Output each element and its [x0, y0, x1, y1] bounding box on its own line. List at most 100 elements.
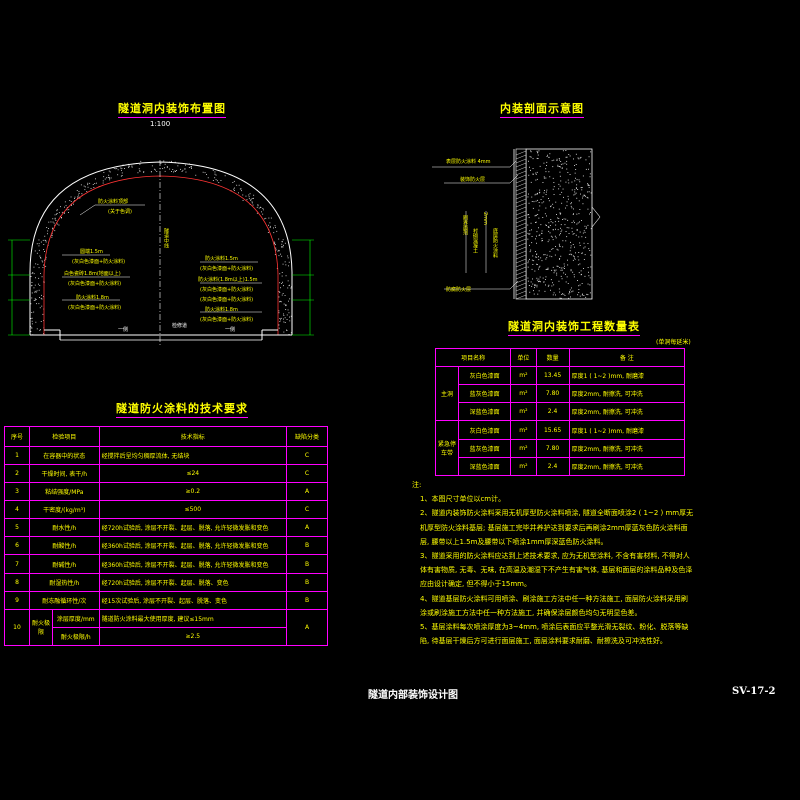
lining-speck [284, 317, 286, 319]
concrete-speck [552, 282, 553, 284]
concrete-speck [545, 194, 547, 195]
concrete-speck [549, 153, 551, 155]
label-mid-left-sub: (灰白色漆面+防火涂料) [68, 305, 122, 311]
lining-speck [232, 182, 234, 183]
lining-speck [94, 183, 96, 184]
tt-cell: B [286, 590, 328, 610]
concrete-speck [566, 156, 568, 158]
lining-speck [282, 293, 284, 294]
lining-speck [102, 180, 104, 182]
lining-speck [76, 190, 78, 191]
lining-speck [283, 313, 284, 315]
tt-cell: B [286, 554, 328, 574]
lining-speck [248, 196, 250, 198]
lining-speck [185, 171, 187, 173]
concrete-speck [562, 188, 564, 190]
lining-speck [35, 277, 36, 279]
lining-speck [128, 167, 130, 168]
lining-speck [263, 218, 265, 220]
concrete-speck [582, 293, 583, 295]
lining-speck [257, 205, 259, 207]
concrete-speck [566, 227, 568, 229]
concrete-speck [568, 227, 570, 229]
concrete-speck [588, 186, 590, 188]
tt-cell: 干燥时间, 表干/h [29, 464, 100, 484]
concrete-speck [590, 192, 592, 194]
concrete-speck [546, 215, 547, 217]
concrete-speck [547, 268, 549, 270]
concrete-speck [545, 171, 547, 173]
concrete-speck [568, 233, 570, 234]
lining-speck [280, 287, 281, 289]
concrete-speck [546, 268, 548, 270]
lining-speck [54, 230, 56, 232]
lining-speck [139, 170, 141, 172]
concrete-speck [574, 258, 576, 260]
concrete-speck [590, 228, 592, 230]
label-right-a-sub: (灰白色漆面+防火涂料) [200, 266, 254, 272]
lining-speck [56, 213, 57, 215]
lining-speck [276, 230, 278, 232]
concrete-speck [568, 182, 570, 184]
concrete-speck [571, 287, 572, 289]
label-side-left-sub: (灰白色漆面+防火涂料) [68, 281, 122, 287]
tt-cell: 经搅拌后呈均匀稠厚流体, 无结块 [98, 445, 288, 466]
lining-speck [117, 174, 119, 176]
concrete-speck [556, 214, 557, 215]
qt-cell: 厚度1 ( 1~2 )mm, 耐磨漆 [568, 420, 686, 440]
lining-speck [253, 194, 255, 196]
lining-speck [190, 166, 192, 168]
lining-speck [258, 207, 260, 209]
lining-speck [164, 167, 165, 169]
lining-speck [78, 191, 80, 193]
lining-speck [34, 291, 36, 293]
concrete-speck [573, 158, 574, 160]
lining-speck [61, 211, 63, 213]
concrete-speck [572, 244, 574, 245]
lining-speck [45, 240, 47, 242]
concrete-speck [589, 250, 591, 251]
concrete-speck [576, 179, 578, 181]
lining-speck [279, 321, 281, 322]
lining-speck [33, 287, 35, 289]
lining-speck [103, 176, 105, 178]
concrete-speck [538, 256, 539, 258]
concrete-speck [532, 207, 534, 209]
lining-speck [37, 263, 39, 265]
concrete-speck [563, 196, 564, 198]
label-fireproof-top-sub: (关于色调) [108, 209, 132, 215]
concrete-speck [576, 223, 578, 225]
concrete-speck [537, 199, 538, 201]
lining-speck [34, 299, 36, 301]
concrete-speck [559, 185, 561, 187]
concrete-speck [575, 153, 577, 155]
concrete-speck [571, 231, 573, 233]
concrete-speck [538, 209, 540, 211]
concrete-speck [588, 271, 589, 273]
concrete-speck [589, 213, 590, 215]
concrete-speck [587, 224, 589, 226]
concrete-speck [536, 150, 538, 152]
lining-speck [261, 211, 262, 213]
lining-speck [41, 294, 42, 296]
concrete-speck [587, 197, 589, 199]
lining-speck [38, 249, 40, 251]
concrete-speck [567, 283, 569, 284]
lining-speck [277, 250, 279, 252]
lining-speck [138, 168, 140, 170]
concrete-speck [575, 169, 577, 170]
lining-speck [93, 187, 95, 188]
layer-label-6: 底层防火涂料 [492, 228, 498, 258]
concrete-speck [570, 296, 571, 298]
lining-speck [281, 243, 283, 245]
concrete-speck [579, 209, 581, 210]
concrete-speck [563, 218, 565, 220]
lining-speck [279, 301, 280, 303]
lining-speck [285, 275, 287, 277]
concrete-speck [562, 267, 564, 269]
lining-speck [113, 168, 115, 169]
concrete-speck [589, 176, 591, 178]
lining-speck [102, 182, 104, 184]
label-right-a: 防火涂料1.5m [205, 256, 238, 262]
concrete-speck [537, 154, 539, 156]
